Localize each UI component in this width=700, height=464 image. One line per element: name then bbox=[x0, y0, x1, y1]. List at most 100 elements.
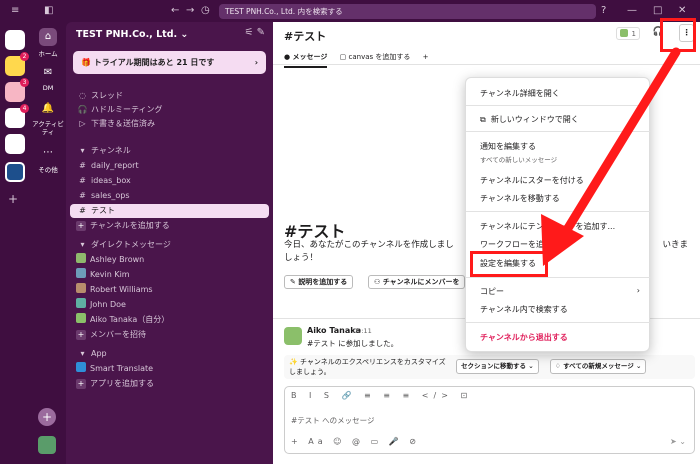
new-window-icon: ⧉ bbox=[480, 115, 486, 124]
dm-item-self[interactable]: Aiko Tanaka（自分） bbox=[76, 313, 169, 327]
gift-icon: 🎁 bbox=[81, 58, 91, 67]
avatar bbox=[76, 253, 86, 263]
sidebar-toggle-icon[interactable]: ◧ bbox=[44, 0, 53, 22]
menu-item-open-channel-details[interactable]: チャンネル詳細を開く bbox=[480, 88, 560, 99]
plus-icon: + bbox=[76, 221, 86, 231]
help-icon[interactable]: ? bbox=[601, 0, 606, 22]
workspace-switcher-1[interactable] bbox=[5, 30, 25, 50]
add-members-button[interactable]: ⚇ チャンネルにメンバーを bbox=[368, 275, 465, 289]
compose-icon[interactable]: ✎ bbox=[257, 27, 265, 38]
unread-badge: 4 bbox=[20, 104, 29, 113]
home-icon: ⌂ bbox=[39, 28, 57, 46]
chevron-right-icon: › bbox=[636, 286, 640, 295]
workspace-name[interactable]: TEST PNH.Co., Ltd. ⌄ bbox=[76, 29, 188, 40]
customize-banner: ✨ チャンネルのエクスペリエンスをカスタマイズ しましょう。 セクションに移動す… bbox=[284, 355, 695, 379]
nav-home[interactable]: ⌂ ホーム bbox=[30, 28, 66, 58]
nav-more[interactable]: ⋯ その他 bbox=[30, 144, 66, 174]
dm-section-header[interactable]: ▾ ダイレクトメッセージ bbox=[76, 238, 170, 252]
annotation-highlight-box bbox=[660, 18, 696, 52]
workspace-rail: 2 3 4 + bbox=[0, 22, 30, 464]
all-new-messages-button[interactable]: ♢ すべての新規メッセージ ⌄ bbox=[550, 359, 647, 374]
member-count-button[interactable]: 1 bbox=[615, 27, 640, 40]
menu-item-move-channel[interactable]: チャンネルを移動する bbox=[480, 193, 560, 204]
menu-icon[interactable]: ≡ bbox=[11, 0, 19, 22]
menu-item-leave-channel[interactable]: チャンネルから退出する bbox=[480, 332, 568, 343]
message-timestamp[interactable]: 09:11 bbox=[353, 327, 372, 335]
add-workspace-icon[interactable]: + bbox=[8, 192, 18, 206]
avatar bbox=[76, 283, 86, 293]
invite-members-button[interactable]: + メンバーを招待 bbox=[76, 328, 146, 342]
new-message-button[interactable]: + bbox=[38, 408, 56, 426]
channel-title[interactable]: #テスト bbox=[284, 28, 326, 44]
avatar[interactable] bbox=[38, 436, 56, 454]
trial-banner[interactable]: 🎁 トライアル期間はあと 21 日です › bbox=[73, 51, 266, 74]
hash-icon: # bbox=[79, 206, 86, 215]
menu-divider bbox=[466, 277, 651, 278]
menu-item-add-template[interactable]: チャンネルにテンプレートを追加す... bbox=[480, 221, 615, 232]
nav-activity[interactable]: 🔔 アクティビティ bbox=[30, 100, 66, 136]
forward-arrow-icon[interactable]: → bbox=[186, 0, 194, 22]
sidebar-item-drafts[interactable]: ▷ 下書き＆送信済み bbox=[76, 117, 155, 131]
message-input[interactable]: #テスト へのメッセージ bbox=[291, 415, 375, 426]
menu-divider bbox=[466, 105, 651, 106]
hash-icon: # bbox=[79, 191, 86, 200]
workspace-switcher-5[interactable] bbox=[5, 134, 25, 154]
nav-label: その他 bbox=[38, 166, 58, 174]
caret-down-icon: ▾ bbox=[80, 146, 85, 155]
menu-item-copy[interactable]: コピー › bbox=[480, 286, 640, 297]
caret-down-icon: ▾ bbox=[80, 240, 85, 249]
dm-icon: ✉ bbox=[43, 67, 53, 78]
dm-item[interactable]: Ashley Brown bbox=[76, 253, 144, 267]
search-input[interactable]: TEST PNH.Co., Ltd. 内を検索する bbox=[219, 4, 596, 19]
menu-divider bbox=[466, 211, 651, 212]
more-icon: ⋯ bbox=[43, 147, 53, 158]
menu-item-add-workflow[interactable]: ワークフローを追加 bbox=[480, 239, 552, 250]
thread-icon: ◌ bbox=[79, 91, 86, 100]
add-description-button[interactable]: ✎ 説明を追加する bbox=[284, 275, 354, 289]
menu-item-edit-notifications[interactable]: 通知を編集する bbox=[480, 141, 536, 152]
sidebar-item-huddles[interactable]: 🎧 ハドルミーティング bbox=[76, 103, 163, 117]
sidebar-item-channel[interactable]: # daily_report bbox=[76, 159, 138, 173]
channel-options-menu: チャンネル詳細を開く ⧉ 新しいウィンドウで開く 通知を編集する すべての新しい… bbox=[465, 77, 651, 352]
sidebar: TEST PNH.Co., Ltd. ⌄ ⚟ ✎ 🎁 トライアル期間はあと 21… bbox=[66, 22, 273, 464]
menu-item-star-channel[interactable]: チャンネルにスターを付ける bbox=[480, 175, 584, 186]
workspace-switcher-4[interactable]: 4 bbox=[5, 104, 29, 128]
workspace-switcher-2[interactable]: 2 bbox=[5, 52, 29, 76]
dm-item[interactable]: Robert Williams bbox=[76, 283, 153, 297]
sidebar-item-channel[interactable]: # ideas_box bbox=[76, 174, 131, 188]
history-icon[interactable]: ◷ bbox=[201, 0, 210, 22]
workspace-switcher-3[interactable]: 3 bbox=[5, 78, 29, 102]
headphones-icon: 🎧 bbox=[77, 105, 88, 114]
menu-item-open-new-window[interactable]: ⧉ 新しいウィンドウで開く bbox=[480, 114, 579, 125]
sidebar-item-channel-active[interactable]: # テスト bbox=[70, 204, 269, 218]
nav-dm[interactable]: ✉ DM bbox=[30, 64, 66, 92]
divider bbox=[273, 64, 700, 65]
avatar bbox=[619, 29, 628, 37]
avatar bbox=[76, 268, 86, 278]
menu-divider bbox=[466, 131, 651, 132]
add-channel-button[interactable]: + チャンネルを追加する bbox=[76, 219, 170, 233]
app-item[interactable]: Smart Translate bbox=[76, 362, 153, 376]
avatar[interactable] bbox=[284, 327, 302, 345]
formatting-toolbar[interactable]: B I S 🔗 ≡ ≡ ≡ </> ⊡ bbox=[291, 391, 472, 400]
sidebar-item-threads[interactable]: ◌ スレッド bbox=[76, 89, 123, 103]
tab-messages[interactable]: ● メッセージ bbox=[284, 52, 328, 68]
composer-actions[interactable]: + Aa ☺ @ ▭ 🎤 ⊘ bbox=[291, 437, 420, 446]
send-button[interactable]: ➤ ⌄ bbox=[670, 437, 686, 446]
app-icon bbox=[76, 362, 86, 372]
sidebar-actions: ⚟ ✎ bbox=[244, 27, 265, 38]
workspace-switcher-active[interactable] bbox=[5, 162, 25, 182]
message-text: #テスト に参加しました。 bbox=[307, 339, 399, 348]
dm-item[interactable]: John Doe bbox=[76, 298, 126, 312]
minimize-icon[interactable]: — bbox=[627, 0, 637, 22]
menu-item-search-in-channel[interactable]: チャンネル内で検索する bbox=[480, 304, 568, 315]
dm-item[interactable]: Kevin Kim bbox=[76, 268, 130, 282]
apps-section-header[interactable]: ▾ App bbox=[76, 347, 106, 361]
back-arrow-icon[interactable]: ← bbox=[171, 0, 179, 22]
chevron-right-icon: › bbox=[254, 58, 258, 67]
channels-section-header[interactable]: ▾ チャンネル bbox=[76, 144, 130, 158]
add-app-button[interactable]: + アプリを追加する bbox=[76, 377, 154, 391]
filter-icon[interactable]: ⚟ bbox=[244, 27, 253, 38]
sidebar-item-channel[interactable]: # sales_ops bbox=[76, 189, 129, 203]
move-to-section-button[interactable]: セクションに移動する ⌄ bbox=[456, 359, 539, 374]
